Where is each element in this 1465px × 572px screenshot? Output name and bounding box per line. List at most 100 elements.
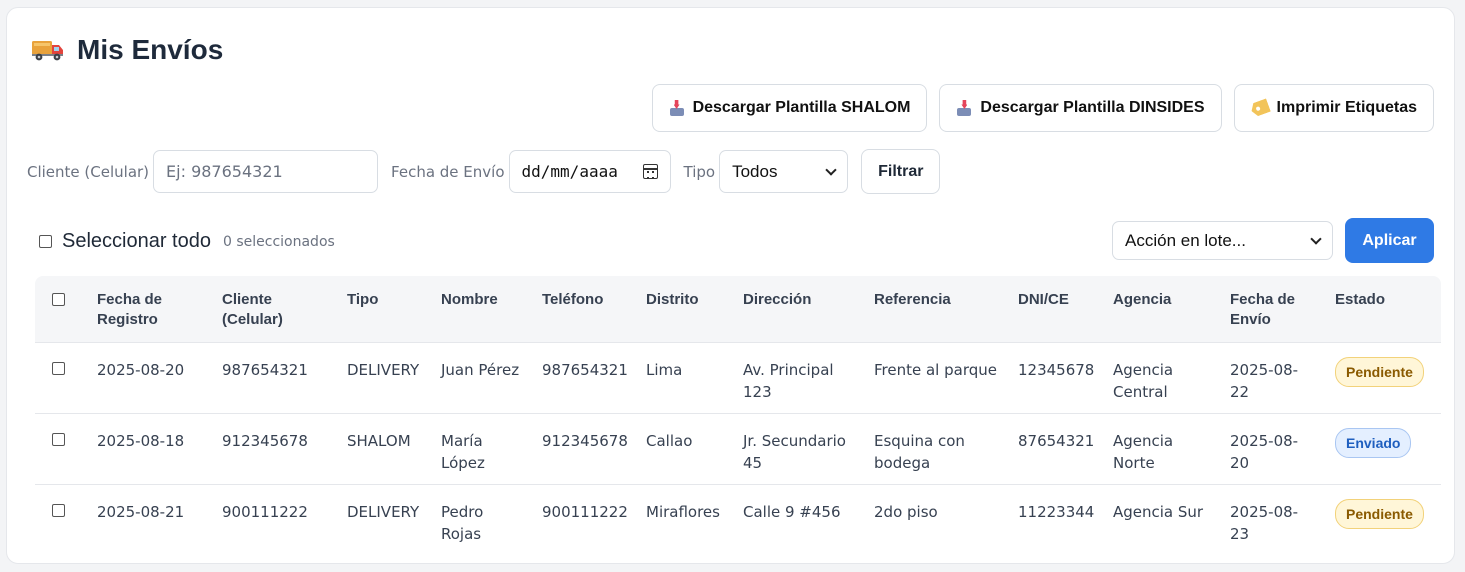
chevron-down-icon [1310, 232, 1322, 245]
table-cell: Agencia Norte [1103, 413, 1220, 485]
table-cell: 11223344 [1008, 484, 1103, 555]
table-row: 2025-08-20 987654321 DELIVERY Juan Pérez… [35, 342, 1441, 414]
column-header: Fecha de Registro [97, 291, 163, 328]
column-header: Cliente (Celular) [222, 291, 283, 328]
apply-button[interactable]: Aplicar [1345, 218, 1434, 263]
status-cell: Enviado [1325, 413, 1441, 485]
table-cell: Pedro Rojas [431, 484, 532, 555]
column-header: Dirección [743, 291, 812, 308]
column-header: Teléfono [542, 291, 604, 308]
table-cell: 900111222 [212, 484, 337, 555]
table-cell: 87654321 [1008, 413, 1103, 485]
filter-bar: Cliente (Celular) Ej: 987654321 Fecha de… [27, 149, 941, 194]
table-row: 2025-08-21 900111222 DELIVERY Pedro Roja… [35, 484, 1441, 555]
column-header: Nombre [441, 291, 498, 308]
table-cell: DELIVERY [337, 484, 431, 555]
table-cell: 2025-08-21 [87, 484, 212, 555]
template-actions: Descargar Plantilla SHALOM Descargar Pla… [651, 84, 1434, 132]
select-all-checkbox[interactable] [39, 235, 52, 248]
select-all-group: Seleccionar todo 0 seleccionados [39, 230, 335, 253]
table-row: 2025-08-18 912345678 SHALOM María López … [35, 413, 1441, 485]
table-cell: Agencia Sur [1103, 484, 1220, 555]
status-cell: Pendiente [1325, 484, 1441, 555]
table-cell: Calle 9 #456 [733, 484, 864, 555]
page-title: Mis Envíos [77, 34, 224, 65]
client-phone-placeholder: Ej: 987654321 [166, 162, 283, 181]
type-filter-label: Tipo [683, 162, 716, 181]
table-cell: 2do piso [864, 484, 1008, 555]
table-cell: Juan Pérez [431, 342, 532, 414]
download-dinsides-template-button[interactable]: Descargar Plantilla DINSIDES [939, 84, 1222, 132]
table-cell: 912345678 [212, 413, 337, 485]
print-labels-button[interactable]: Imprimir Etiquetas [1233, 84, 1434, 132]
filter-button[interactable]: Filtrar [861, 149, 941, 194]
header-select-checkbox[interactable] [52, 293, 65, 306]
status-badge: Pendiente [1335, 357, 1424, 387]
ship-date-input[interactable]: dd/mm/aaaa [508, 150, 671, 193]
row-checkbox[interactable] [52, 433, 65, 446]
delivery-truck-icon [32, 41, 63, 61]
select-all-label[interactable]: Seleccionar todo [62, 230, 211, 253]
row-checkbox-cell [35, 484, 87, 555]
type-select[interactable]: Todos [719, 150, 849, 193]
type-select-value: Todos [732, 161, 778, 181]
row-checkbox[interactable] [52, 362, 65, 375]
inbox-tray-icon [956, 100, 972, 116]
client-phone-input[interactable]: Ej: 987654321 [153, 150, 379, 193]
shipments-table: Fecha de Registro Cliente (Celular) Tipo… [35, 276, 1441, 555]
table-cell: 2025-08-20 [1220, 413, 1325, 485]
batch-action-value: Acción en lote... [1125, 230, 1246, 250]
button-label: Descargar Plantilla SHALOM [692, 99, 911, 116]
button-label: Descargar Plantilla DINSIDES [980, 99, 1205, 116]
row-checkbox[interactable] [52, 504, 65, 517]
table-cell: Frente al parque [864, 342, 1008, 414]
status-cell: Pendiente [1325, 342, 1441, 414]
table-cell: SHALOM [337, 413, 431, 485]
column-header: Fecha de Envío [1230, 291, 1296, 328]
column-header: Tipo [347, 291, 379, 308]
table-cell: Av. Principal 123 [733, 342, 864, 414]
row-checkbox-cell [35, 342, 87, 414]
table-cell: Jr. Secundario 45 [733, 413, 864, 485]
download-shalom-template-button[interactable]: Descargar Plantilla SHALOM [651, 84, 928, 132]
column-header: Estado [1335, 291, 1386, 308]
selected-count: 0 seleccionados [222, 233, 335, 250]
table-cell: 2025-08-18 [87, 413, 212, 485]
selection-bar: Seleccionar todo 0 seleccionados Acción … [33, 218, 1434, 263]
table-cell: Agencia Central [1103, 342, 1220, 414]
table-cell: Miraflores [636, 484, 733, 555]
row-checkbox-cell [35, 413, 87, 485]
status-badge: Pendiente [1335, 499, 1424, 529]
client-filter-label: Cliente (Celular) [27, 162, 150, 181]
header-checkbox-cell [35, 276, 87, 343]
table-cell: 2025-08-23 [1220, 484, 1325, 555]
shipments-table-wrapper: Fecha de Registro Cliente (Celular) Tipo… [35, 276, 1441, 555]
table-cell: Lima [636, 342, 733, 414]
ship-date-value: dd/mm/aaaa [521, 162, 618, 181]
label-tag-icon [1249, 98, 1271, 117]
table-cell: Callao [636, 413, 733, 485]
column-header: Distrito [646, 291, 699, 308]
table-cell: 2025-08-22 [1220, 342, 1325, 414]
table-cell: DELIVERY [337, 342, 431, 414]
button-label: Imprimir Etiquetas [1276, 99, 1417, 116]
table-cell: Esquina con bodega [864, 413, 1008, 485]
column-header: Agencia [1113, 291, 1172, 308]
status-badge: Enviado [1335, 428, 1412, 458]
shipments-card: Mis Envíos Descargar Plantilla SHALOM De… [6, 7, 1455, 564]
inbox-tray-icon [669, 100, 685, 116]
table-cell: 12345678 [1008, 342, 1103, 414]
table-cell: María López [431, 413, 532, 485]
column-header: DNI/CE [1018, 291, 1069, 308]
table-cell: 900111222 [532, 484, 636, 555]
column-header: Referencia [874, 291, 951, 308]
table-cell: 2025-08-20 [87, 342, 212, 414]
date-filter-label: Fecha de Envío [391, 162, 505, 181]
table-header-row: Fecha de Registro Cliente (Celular) Tipo… [35, 276, 1441, 343]
page-header: Mis Envíos [31, 34, 223, 66]
chevron-down-icon [825, 163, 837, 176]
calendar-icon[interactable] [642, 164, 658, 179]
table-cell: 987654321 [532, 342, 636, 414]
table-cell: 912345678 [532, 413, 636, 485]
batch-action-select[interactable]: Acción en lote... [1112, 221, 1333, 260]
